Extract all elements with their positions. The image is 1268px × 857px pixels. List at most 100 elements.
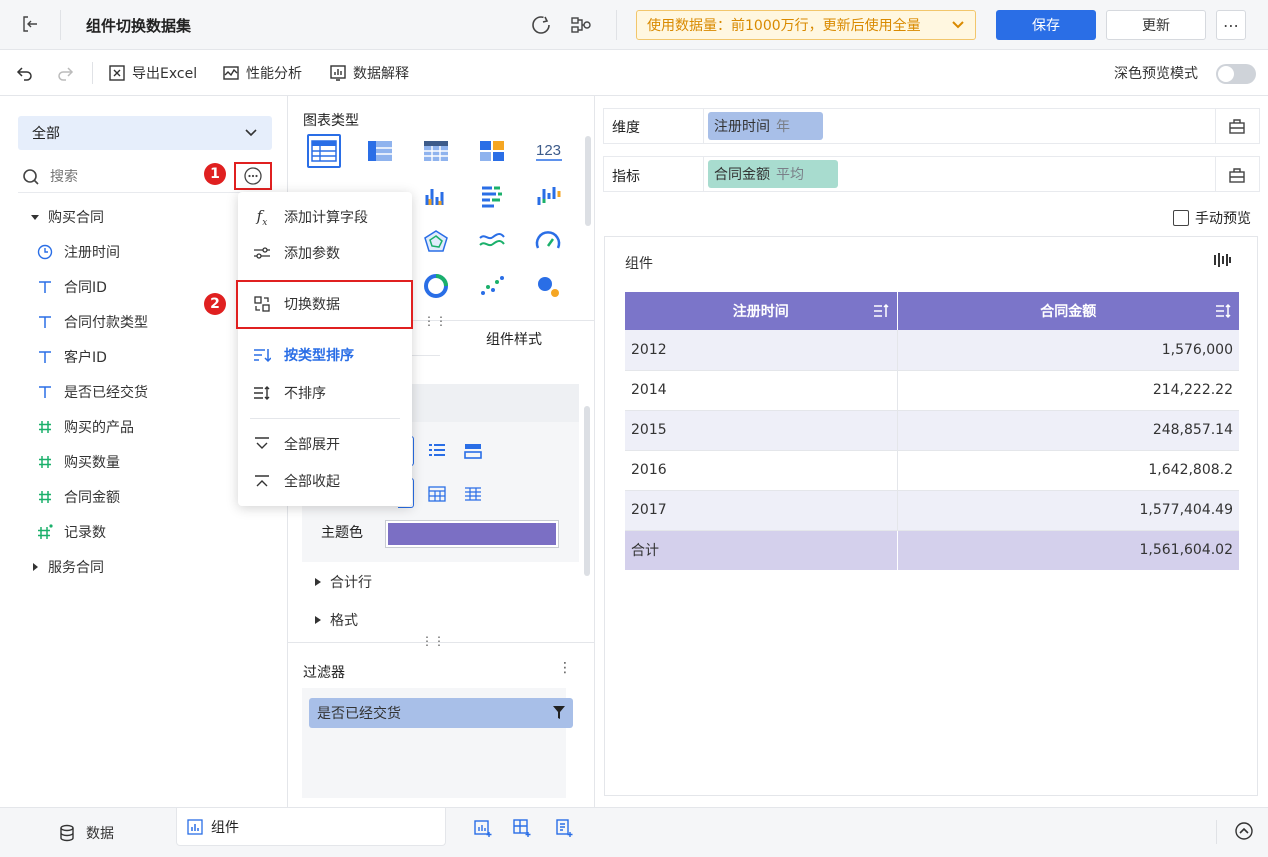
table-cell: 248,857.14 [1152, 422, 1233, 438]
manual-preview[interactable]: 手动预览 [1173, 208, 1251, 228]
field-item[interactable]: 客户ID [36, 344, 107, 370]
measure-settings-icon[interactable] [1228, 166, 1246, 184]
field-item[interactable]: 购买的产品 [36, 414, 134, 440]
caret-right-icon [315, 616, 321, 624]
clock-icon [36, 244, 54, 260]
drag-handle-icon[interactable]: ⋮⋮ [421, 634, 445, 648]
striped-style-icon[interactable] [464, 486, 482, 502]
table-cell: 1,642,808.2 [1148, 462, 1233, 478]
field-item[interactable]: 合同ID [36, 274, 107, 300]
collapse-up-icon[interactable] [1234, 821, 1254, 841]
sort-icon[interactable] [1215, 303, 1231, 319]
column-header-label: 注册时间 [732, 304, 789, 320]
performance-analysis-button[interactable]: 性能分析 [222, 50, 302, 96]
field-item[interactable]: 记录数 [36, 519, 106, 545]
menu-item[interactable]: fx 添加计算字段 [238, 199, 412, 235]
more-options-icon[interactable] [243, 166, 263, 186]
menu-item[interactable]: 按类型排序 [238, 337, 412, 373]
chart-type-scrollbar[interactable] [585, 136, 591, 226]
search-icon [22, 168, 40, 186]
column-header[interactable]: 注册时间 [625, 292, 898, 330]
data-tab[interactable]: 数据 [58, 818, 114, 848]
save-button[interactable]: 保存 [996, 10, 1096, 40]
dimension-settings-icon[interactable] [1228, 117, 1246, 135]
waterfall-icon[interactable] [534, 183, 562, 209]
table-cell: 1,577,404.49 [1139, 502, 1233, 518]
redo-icon[interactable] [56, 50, 74, 96]
refresh-icon[interactable] [530, 14, 552, 36]
menu-item[interactable]: 不排序 [238, 375, 412, 411]
performance-icon [222, 64, 240, 82]
update-button[interactable]: 更新 [1106, 10, 1206, 40]
scatter-icon[interactable] [478, 273, 506, 299]
sum-row-section[interactable]: 合计行 [314, 572, 372, 592]
grid-style-icon[interactable] [428, 486, 446, 502]
hash-icon [36, 489, 54, 505]
data-table: 注册时间 合同金额 2012 1,576,000 2014 214,222.22 2015 2… [625, 292, 1239, 570]
pivot-table-icon[interactable] [366, 138, 394, 164]
sort-icon[interactable] [873, 303, 889, 319]
table-chart-icon[interactable] [307, 134, 341, 168]
format-section[interactable]: 格式 [314, 610, 358, 630]
group-service-contract[interactable]: 服务合同 [30, 557, 104, 577]
ring-chart-icon[interactable] [422, 273, 450, 299]
result-table: 注册时间 合同金额 2012 1,576,000 2014 214,222.22 2015 2… [625, 292, 1239, 570]
column-header[interactable]: 合同金额 [897, 292, 1239, 330]
data-volume-notice[interactable]: 使用数据量：前1000万行，更新后使用全量 [636, 10, 976, 40]
chart-switch-icon[interactable] [1213, 251, 1231, 269]
add-dashboard-icon[interactable] [512, 818, 532, 838]
treemap-icon[interactable] [478, 138, 506, 164]
grouped-table-icon[interactable] [422, 138, 450, 164]
field-item[interactable]: 合同金额 [36, 484, 120, 510]
table-cell: 2016 [625, 450, 898, 490]
search-box[interactable] [22, 164, 222, 190]
search-input[interactable] [50, 169, 200, 185]
filter-label: 过滤器 [303, 665, 345, 681]
more-icon[interactable]: ⋯ [1216, 10, 1246, 40]
export-excel-button[interactable]: 导出Excel [108, 50, 197, 96]
field-item[interactable]: 是否已经交货 [36, 379, 148, 405]
tab-component-style[interactable]: 组件样式 [438, 322, 590, 356]
dark-preview-toggle[interactable] [1216, 64, 1256, 84]
dimension-chip[interactable]: 注册时间 年 [708, 112, 823, 140]
link-icon[interactable] [570, 15, 592, 35]
undo-icon[interactable] [16, 50, 34, 96]
menu-item[interactable]: 添加参数 [238, 235, 412, 271]
stacked-bar-icon[interactable] [478, 183, 506, 209]
field-item[interactable]: 合同付款类型 [36, 309, 148, 335]
text-icon [36, 279, 54, 295]
gauge-icon[interactable] [534, 228, 562, 254]
filter-more-icon[interactable]: ⋮ [558, 660, 572, 676]
hash-star-icon [36, 524, 54, 540]
kpi-number-icon[interactable]: 123 [534, 138, 564, 164]
wave-chart-icon[interactable] [478, 228, 506, 254]
card-layout-icon[interactable] [464, 443, 482, 459]
field-item[interactable]: 购买数量 [36, 449, 120, 475]
style-scrollbar[interactable] [584, 406, 590, 576]
theme-color-swatch [388, 523, 556, 545]
add-report-icon[interactable] [554, 818, 574, 838]
list-layout-icon[interactable] [428, 443, 446, 459]
data-explain-button[interactable]: 数据解释 [329, 50, 409, 96]
add-component-icon[interactable] [473, 818, 493, 838]
funnel-icon[interactable] [553, 706, 565, 720]
menu-item[interactable]: 全部展开 [238, 426, 412, 462]
bubble-icon[interactable] [534, 273, 562, 299]
exit-icon[interactable] [20, 14, 40, 34]
filter-chip[interactable]: 是否已经交货 [309, 698, 573, 728]
group-purchase-contract[interactable]: 购买合同 [30, 207, 104, 227]
chevron-down-icon [951, 20, 965, 30]
field-item[interactable]: 注册时间 [36, 239, 120, 265]
component-tab[interactable]: 组件 [176, 808, 446, 846]
bar-chart-icon[interactable] [422, 183, 450, 209]
manual-preview-checkbox[interactable] [1173, 210, 1189, 226]
table-cell: 2017 [625, 490, 898, 530]
menu-item-label: 不排序 [284, 386, 326, 402]
dataset-select[interactable]: 全部 [18, 116, 272, 150]
expand-all-icon [252, 436, 272, 452]
radar-chart-icon[interactable] [422, 228, 450, 254]
measure-chip[interactable]: 合同金额 平均 [708, 160, 838, 188]
theme-color-picker[interactable] [385, 520, 559, 548]
menu-item[interactable]: 全部收起 [238, 463, 412, 499]
menu-item-label: 添加参数 [284, 246, 340, 262]
